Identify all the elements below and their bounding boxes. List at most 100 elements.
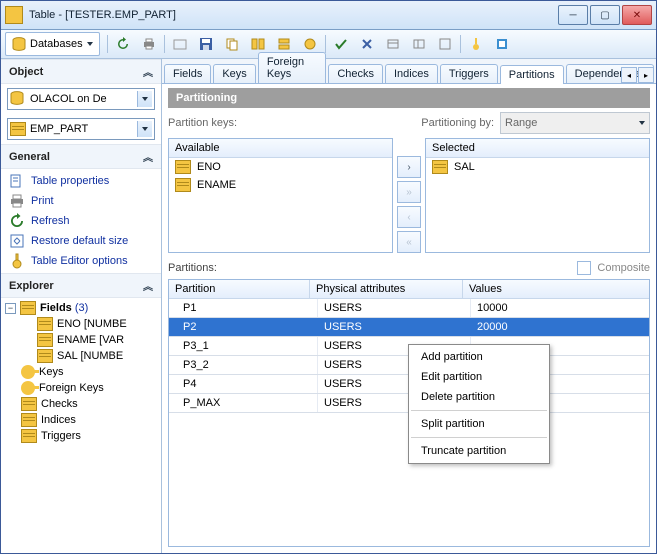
tree-foreign-keys-node[interactable]: Foreign Keys xyxy=(5,380,157,396)
chevron-down-icon xyxy=(639,121,645,125)
partitioning-by-label: Partitioning by: xyxy=(421,117,494,129)
print-button[interactable] xyxy=(137,32,161,56)
move-all-left-button[interactable]: « xyxy=(397,231,421,253)
tree-fields-node[interactable]: − Fields (3) xyxy=(5,300,157,316)
explorer-header-label: Explorer xyxy=(9,280,54,292)
separator xyxy=(459,33,462,55)
move-left-button[interactable]: ‹ xyxy=(397,206,421,228)
tree-label: Keys xyxy=(39,366,63,378)
tool-btn-copy[interactable] xyxy=(220,32,244,56)
cell-attributes: USERS xyxy=(318,318,471,336)
cancel-button[interactable] xyxy=(355,32,379,56)
general-header-label: General xyxy=(9,151,50,163)
tab-foreign-keys[interactable]: Foreign Keys xyxy=(258,52,327,83)
tab-scroll-left-button[interactable]: ◂ xyxy=(621,67,637,83)
sidebar-item-refresh[interactable]: Refresh xyxy=(1,211,161,231)
column-icon xyxy=(432,160,448,174)
tree-label: ENAME [VAR xyxy=(57,334,124,346)
tree-label: Indices xyxy=(41,414,76,426)
collapse-icon: ︽ xyxy=(143,64,153,79)
tool-btn-1[interactable] xyxy=(168,32,192,56)
sidebar-item-editor-options[interactable]: Table Editor options xyxy=(1,251,161,271)
close-button[interactable]: ✕ xyxy=(622,5,652,25)
selected-item[interactable]: SAL xyxy=(426,158,649,176)
connection-dropdown[interactable]: OLACOL on De xyxy=(7,88,155,110)
sidebar-item-print[interactable]: Print xyxy=(1,191,161,211)
tab-partitions[interactable]: Partitions xyxy=(500,65,564,84)
ctx-delete-partition[interactable]: Delete partition xyxy=(409,387,549,407)
tree-triggers-node[interactable]: Triggers xyxy=(5,428,157,444)
available-listbox: Available ENO ENAME xyxy=(168,138,393,253)
sidebar-item-restore-size[interactable]: Restore default size xyxy=(1,231,161,251)
table-row[interactable]: P1USERS10000 xyxy=(169,299,649,318)
minimize-button[interactable]: ─ xyxy=(558,5,588,25)
refresh-button[interactable] xyxy=(111,32,135,56)
tab-keys[interactable]: Keys xyxy=(213,64,255,83)
table-value: EMP_PART xyxy=(30,123,133,135)
table-dropdown[interactable]: EMP_PART xyxy=(7,118,155,140)
move-right-button[interactable]: › xyxy=(397,156,421,178)
composite-checkbox[interactable] xyxy=(577,261,591,275)
column-icon xyxy=(175,160,191,174)
tool-btn-9[interactable] xyxy=(433,32,457,56)
tool-btn-8[interactable] xyxy=(407,32,431,56)
triggers-icon xyxy=(21,429,37,443)
object-header-label: Object xyxy=(9,66,43,78)
tab-scroll-right-button[interactable]: ▸ xyxy=(638,67,654,83)
minus-icon[interactable]: − xyxy=(5,303,16,314)
tree-indices-node[interactable]: Indices xyxy=(5,412,157,428)
cell-partition: P3_2 xyxy=(169,356,318,374)
tree-field-item[interactable]: ENO [NUMBE xyxy=(5,316,157,332)
available-item[interactable]: ENAME xyxy=(169,176,392,194)
chevron-down-icon xyxy=(137,91,152,107)
move-all-right-button[interactable]: » xyxy=(397,181,421,203)
save-button[interactable] xyxy=(194,32,218,56)
ctx-truncate-partition[interactable]: Truncate partition xyxy=(409,441,549,461)
tab-indices[interactable]: Indices xyxy=(385,64,438,83)
col-header-attributes[interactable]: Physical attributes xyxy=(310,280,463,298)
list-item-label: ENAME xyxy=(197,179,236,191)
table-row[interactable]: P2USERS20000 xyxy=(169,318,649,337)
connection-value: OLACOL on De xyxy=(30,93,133,105)
sidebar-item-table-properties[interactable]: Table properties xyxy=(1,171,161,191)
general-header[interactable]: General ︽ xyxy=(1,144,161,169)
tree-keys-node[interactable]: Keys xyxy=(5,364,157,380)
list-item-label: SAL xyxy=(454,161,475,173)
context-menu: Add partition Edit partition Delete part… xyxy=(408,344,550,464)
partition-keys-label: Partition keys: xyxy=(168,117,237,129)
tab-fields[interactable]: Fields xyxy=(164,64,211,83)
col-header-values[interactable]: Values xyxy=(463,280,649,298)
cell-values: 20000 xyxy=(471,318,649,336)
tree-label: Checks xyxy=(41,398,78,410)
explorer-tree: − Fields (3) ENO [NUMBE ENAME [VAR SAL [… xyxy=(1,298,161,450)
object-header[interactable]: Object ︽ xyxy=(1,59,161,84)
tool-btn-7[interactable] xyxy=(381,32,405,56)
available-item[interactable]: ENO xyxy=(169,158,392,176)
col-header-partition[interactable]: Partition xyxy=(169,280,310,298)
tree-field-item[interactable]: ENAME [VAR xyxy=(5,332,157,348)
tool-btn-10[interactable] xyxy=(464,32,488,56)
commit-button[interactable] xyxy=(329,32,353,56)
available-header: Available xyxy=(169,139,392,158)
indices-icon xyxy=(21,413,37,427)
database-icon xyxy=(10,91,26,107)
explorer-header[interactable]: Explorer ︽ xyxy=(1,273,161,298)
databases-dropdown[interactable]: Databases xyxy=(5,32,100,56)
ctx-split-partition[interactable]: Split partition xyxy=(409,414,549,434)
ctx-add-partition[interactable]: Add partition xyxy=(409,347,549,367)
tabs: Fields Keys Foreign Keys Checks Indices … xyxy=(162,59,656,84)
cell-partition: P3_1 xyxy=(169,337,318,355)
ctx-edit-partition[interactable]: Edit partition xyxy=(409,367,549,387)
tab-checks[interactable]: Checks xyxy=(328,64,383,83)
menu-separator xyxy=(411,410,547,411)
sidebar: Object ︽ OLACOL on De EMP_PART General ︽ xyxy=(1,59,162,553)
collapse-icon: ︽ xyxy=(143,149,153,164)
table-icon xyxy=(10,122,26,136)
cell-partition: P4 xyxy=(169,375,318,393)
tree-field-item[interactable]: SAL [NUMBE xyxy=(5,348,157,364)
partitioning-by-dropdown[interactable]: Range xyxy=(500,112,650,134)
tool-btn-11[interactable] xyxy=(490,32,514,56)
tree-checks-node[interactable]: Checks xyxy=(5,396,157,412)
tab-triggers[interactable]: Triggers xyxy=(440,64,498,83)
maximize-button[interactable]: ▢ xyxy=(590,5,620,25)
